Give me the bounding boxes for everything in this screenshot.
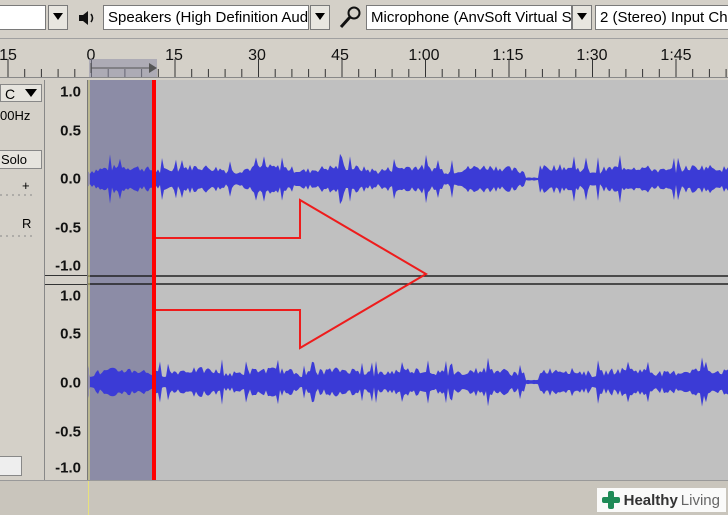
arrow-annotation <box>153 198 428 350</box>
amplitude-scale: 1.0 0.5 0.0 -0.5 -1.0 1.0 0.5 0.0 -0.5 -… <box>45 80 88 480</box>
waveform-canvas[interactable] <box>88 80 728 480</box>
waveform-left-channel <box>88 153 728 205</box>
scale-divider <box>45 275 87 276</box>
track-control-panel: C 00Hz Solo + R <box>0 80 45 480</box>
host-combo[interactable] <box>0 5 46 30</box>
pan-right-label: R <box>22 216 32 231</box>
input-device-arrow[interactable] <box>572 5 592 30</box>
scale-label: -1.0 <box>55 459 81 477</box>
scale-label: 1.0 <box>60 83 81 101</box>
selection-highlight <box>88 80 154 480</box>
gain-plus-label: + <box>22 178 30 193</box>
track-collapse-button[interactable] <box>0 456 22 476</box>
plus-logo-icon <box>601 491 620 509</box>
watermark-text-a: Healthy <box>623 491 678 509</box>
host-combo-arrow[interactable] <box>48 5 68 30</box>
scale-label: -1.0 <box>55 257 81 275</box>
output-device-arrow[interactable] <box>310 5 330 30</box>
scale-divider <box>45 284 87 285</box>
waveform-area[interactable] <box>88 80 728 480</box>
output-device-select[interactable]: Speakers (High Definition Audio <box>103 5 309 30</box>
pan-slider[interactable] <box>0 233 40 239</box>
watermark-text-b: Living <box>680 491 720 509</box>
waveform-right-channel <box>88 357 728 407</box>
play-region-bracket[interactable] <box>89 61 159 75</box>
play-start-marker <box>88 481 89 515</box>
track-name: C <box>5 86 16 102</box>
scale-label: 0.5 <box>60 325 81 343</box>
solo-button[interactable]: Solo <box>0 150 42 169</box>
scale-label: -0.5 <box>55 219 81 237</box>
scale-label: 0.5 <box>60 122 81 140</box>
input-channels-select[interactable]: 2 (Stereo) Input Channels <box>595 5 728 30</box>
scale-label: 0.0 <box>60 374 81 392</box>
timeline-ruler[interactable]: 15 0 15 30 45 1:00 1:15 1:30 1:45 <box>0 39 728 78</box>
device-toolbar: Speakers (High Definition Audio Micropho… <box>0 0 728 39</box>
microphone-icon <box>337 5 363 36</box>
track-rate-text: 00Hz <box>0 108 31 123</box>
solo-label: Solo <box>1 152 28 167</box>
speaker-icon <box>77 8 97 33</box>
input-device-select[interactable]: Microphone (AnvSoft Virtual Sound <box>366 5 572 30</box>
scale-label: 1.0 <box>60 287 81 305</box>
scale-label: 0.0 <box>60 170 81 188</box>
edit-cursor <box>152 80 156 480</box>
gain-slider[interactable] <box>0 192 40 198</box>
watermark: Healthy Living <box>596 488 726 512</box>
scale-label: -0.5 <box>55 423 81 441</box>
track-menu-button[interactable]: C <box>0 84 42 102</box>
